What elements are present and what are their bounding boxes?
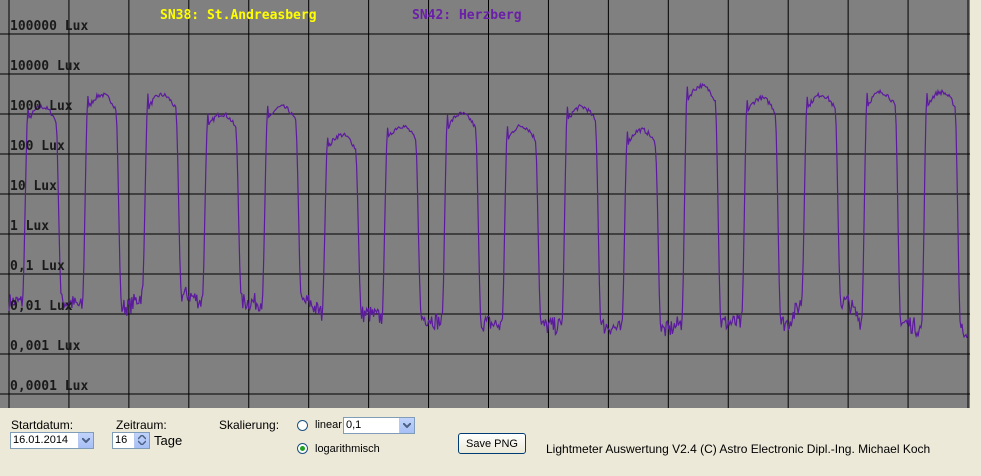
tage-label: Tage — [154, 433, 183, 448]
y-tick-label: 1 Lux — [10, 219, 50, 234]
spinner-arrows-icon[interactable] — [134, 433, 149, 448]
skalierung-label: Skalierung: — [219, 418, 280, 432]
save-png-button[interactable]: Save PNG — [458, 433, 526, 454]
y-tick-label: 100000 Lux — [10, 19, 89, 34]
footer-credit: Lightmeter Auswertung V2.4 (C) Astro Ele… — [546, 442, 931, 456]
linear-radio[interactable] — [297, 420, 308, 431]
logarithmisch-radio[interactable] — [297, 443, 308, 454]
y-tick-label: 1000 Lux — [10, 99, 73, 114]
logarithmisch-label: logarithmisch — [315, 443, 380, 455]
y-tick-label: 10000 Lux — [10, 59, 81, 74]
control-panel: Startdatum: 16.01.2014 Zeitraum: 16 Tage… — [0, 408, 981, 476]
y-tick-label: 100 Lux — [10, 139, 65, 154]
legend-entry-sn42: SN42: Herzberg — [412, 8, 522, 23]
y-tick-label: 0,001 Lux — [10, 339, 81, 354]
zeitraum-spinner[interactable]: 16 — [112, 432, 150, 449]
zeitraum-value: 16 — [115, 434, 128, 446]
y-tick-label: 0,0001 Lux — [10, 379, 89, 394]
y-tick-label: 0,1 Lux — [10, 259, 65, 274]
linear-dropdown-icon[interactable] — [399, 418, 414, 433]
legend-entry-sn38: SN38: St.Andreasberg — [160, 8, 317, 23]
linear-value: 0,1 — [346, 419, 362, 431]
startdatum-label: Startdatum: — [11, 418, 74, 432]
startdatum-select[interactable]: 16.01.2014 — [10, 432, 94, 449]
startdatum-dropdown-icon[interactable] — [78, 433, 93, 448]
zeitraum-label: Zeitraum: — [116, 418, 167, 432]
chart-svg — [0, 0, 970, 408]
radio-selected-dot — [300, 446, 305, 451]
startdatum-value: 16.01.2014 — [13, 434, 69, 446]
linear-label: linear — [315, 419, 342, 431]
y-tick-label: 10 Lux — [10, 179, 57, 194]
light-chart: 100000 Lux 10000 Lux 1000 Lux 100 Lux 10… — [0, 0, 970, 408]
y-tick-label: 0,01 Lux — [10, 299, 73, 314]
linear-value-select[interactable]: 0,1 — [343, 417, 415, 434]
